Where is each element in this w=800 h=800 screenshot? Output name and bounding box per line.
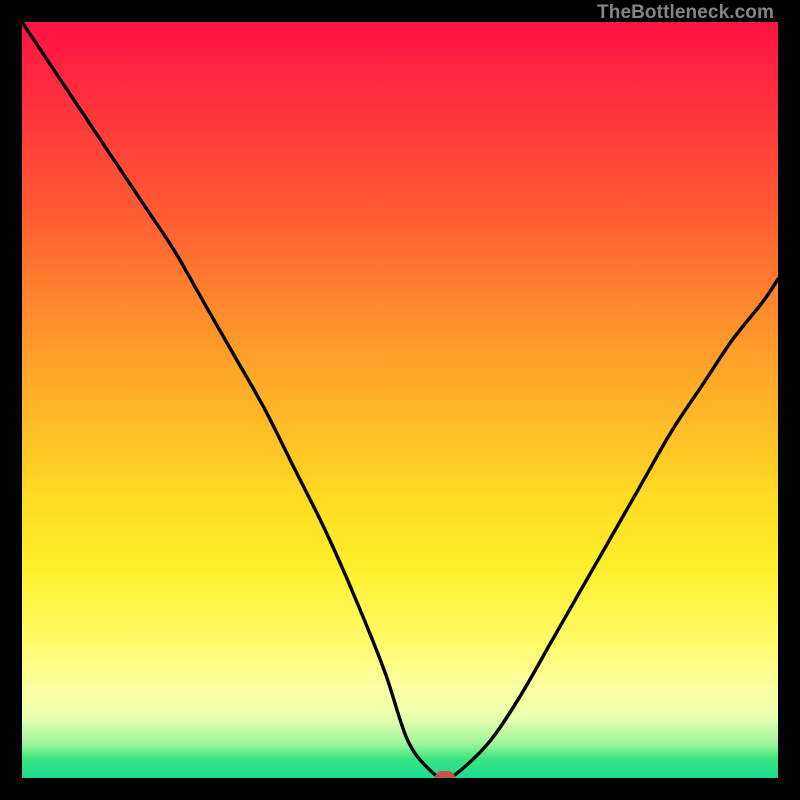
- plot-area: [22, 22, 778, 778]
- curve-svg: [22, 22, 778, 778]
- watermark-label: TheBottleneck.com: [597, 2, 774, 24]
- bottleneck-curve-path: [22, 22, 778, 778]
- minimum-marker: [435, 771, 455, 778]
- chart-frame: TheBottleneck.com: [0, 0, 800, 800]
